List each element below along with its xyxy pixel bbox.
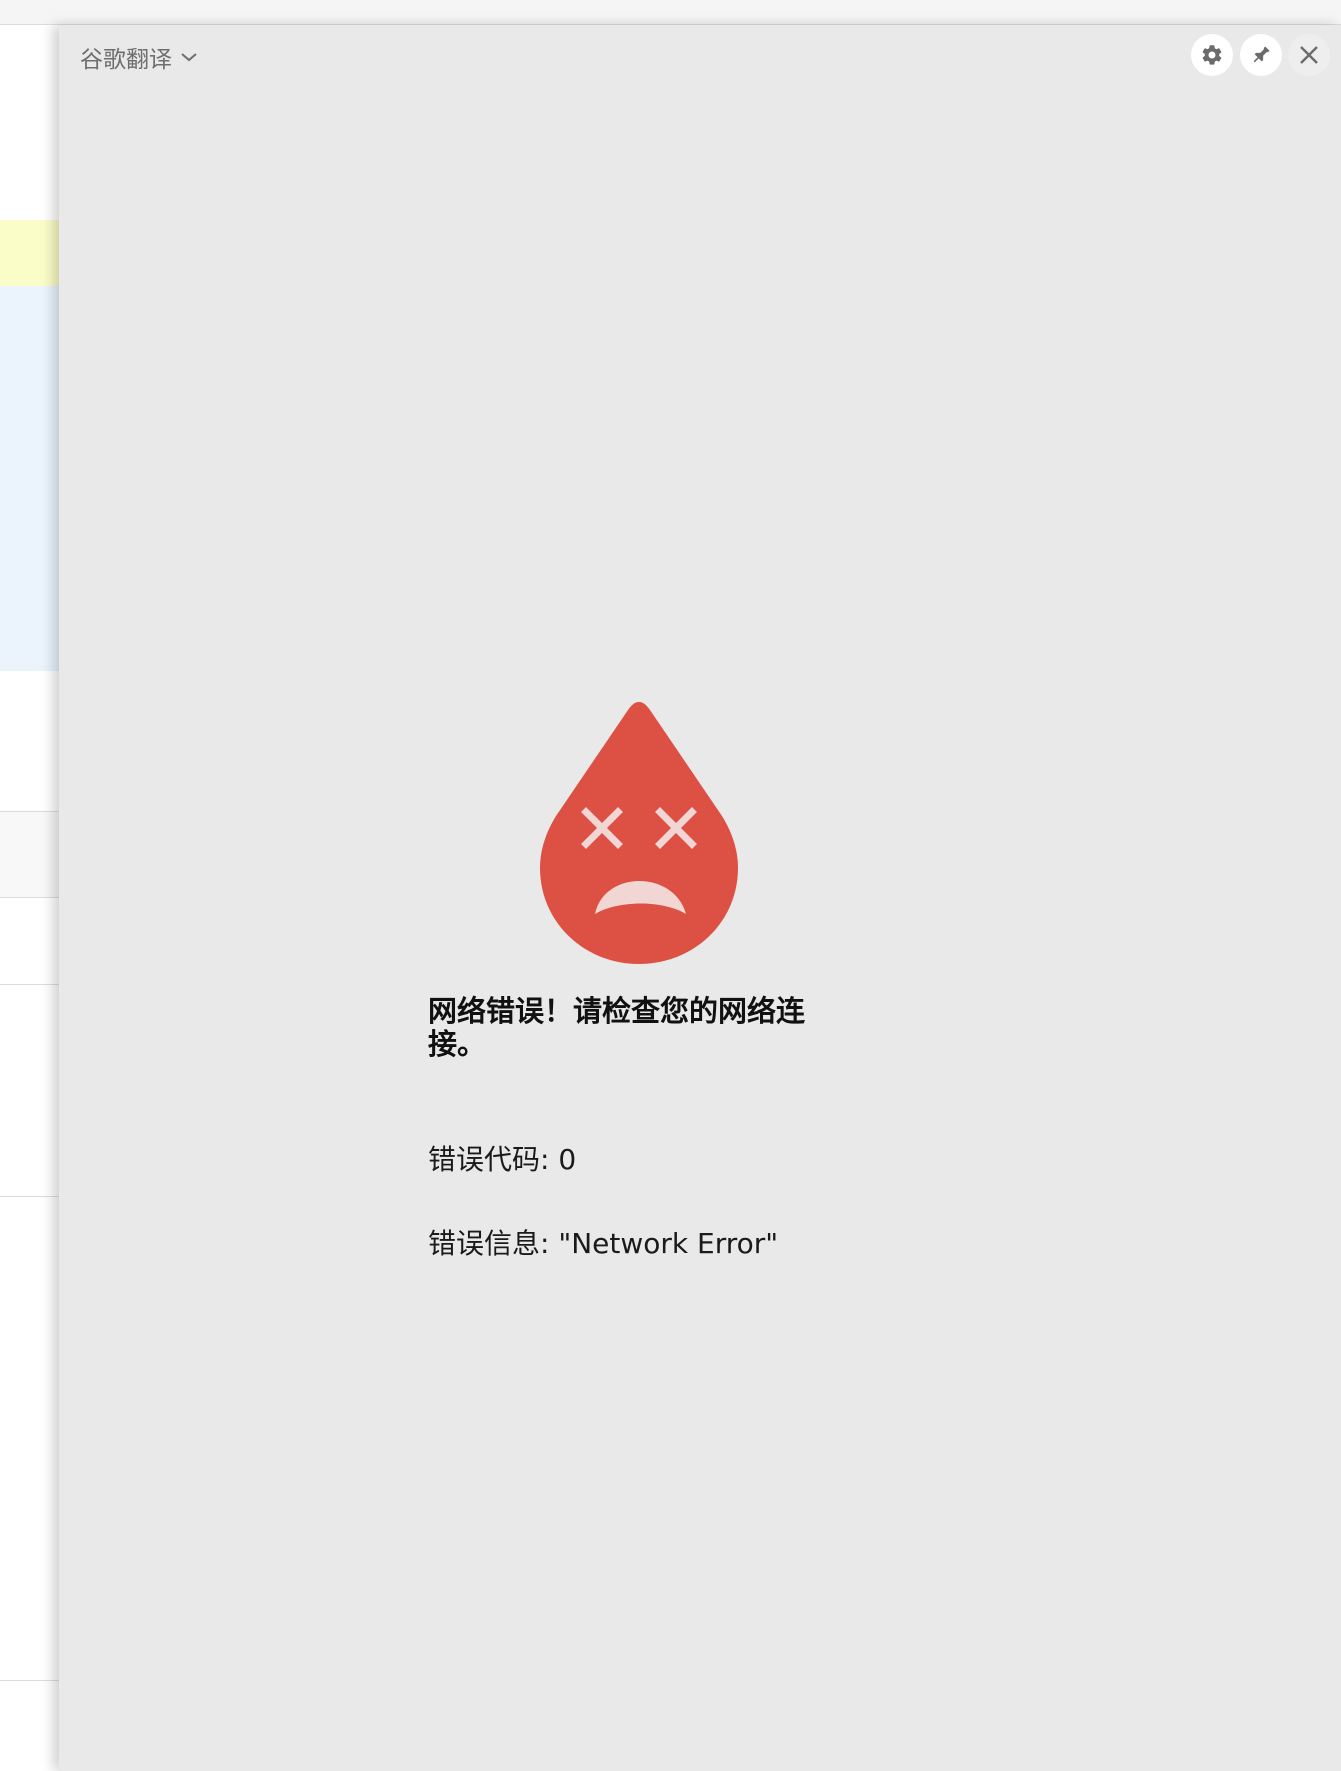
background-divider	[0, 897, 60, 898]
browser-top-bar	[0, 0, 1341, 25]
background-divider	[0, 1680, 60, 1681]
chevron-down-icon	[181, 53, 197, 62]
translation-engine-select[interactable]: 谷歌翻译	[80, 42, 198, 73]
error-title: 网络错误！请检查您的网络连接。	[428, 994, 806, 1061]
close-icon	[1300, 46, 1318, 64]
pin-icon	[1253, 46, 1270, 63]
error-code-line: 错误代码: 0	[428, 1143, 577, 1176]
background-highlight-row	[0, 220, 60, 286]
error-message-line: 错误信息: "Network Error"	[428, 1227, 779, 1260]
pin-button[interactable]	[1240, 34, 1282, 76]
sad-drop-icon	[540, 702, 738, 964]
background-divider	[0, 1196, 60, 1197]
settings-button[interactable]	[1191, 34, 1233, 76]
background-divider	[0, 984, 60, 985]
gear-icon	[1202, 45, 1222, 65]
background-selected-block	[0, 286, 60, 671]
close-button[interactable]	[1288, 34, 1330, 76]
background-gray-row	[0, 812, 60, 897]
engine-label: 谷歌翻译	[80, 47, 172, 73]
